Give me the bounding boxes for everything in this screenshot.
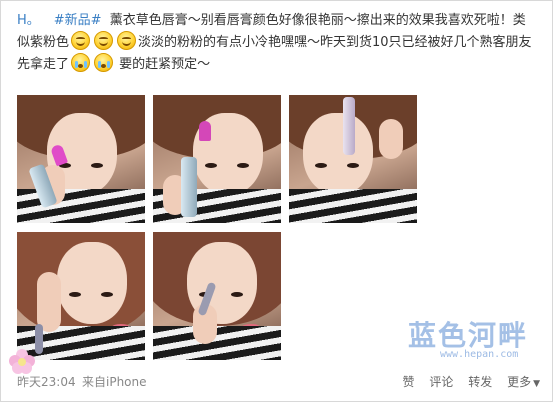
photo-thumbnail-2[interactable] [153,95,281,223]
topic-tag[interactable]: #新品# [54,13,102,28]
post-source: 来自iPhone [82,375,147,389]
chevron-down-icon: ▼ [533,379,540,389]
author-name[interactable]: H。 [17,13,40,28]
watermark-text: 蓝色河畔 [408,319,529,352]
comment-button[interactable]: 评论 [429,375,453,389]
photo-thumbnail-3[interactable] [289,95,417,223]
cry-emoji-icon [71,53,91,72]
photo-thumbnail-4[interactable] [17,232,145,360]
more-button[interactable]: 更多 ▼ [507,375,540,389]
post-text: H。 #新品# 薰衣草色唇膏～别看唇膏颜色好像很艳丽～擦出来的效果我喜欢死啦！类似… [17,10,537,75]
smile-emoji-icon [94,31,114,50]
post-text-part-3: 要的赶紧预定～ [119,57,211,72]
photo-thumbnail-5[interactable] [153,232,281,360]
like-button[interactable]: 赞 [403,375,415,389]
site-watermark: 蓝色河畔 www.hepan.com [400,309,540,369]
weibo-post-card: H。 #新品# 薰衣草色唇膏～别看唇膏颜色好像很艳丽～擦出来的效果我喜欢死啦！类似… [0,0,553,402]
cry-emoji-icon [94,53,114,72]
post-actions: 赞 评论 转发 更多 ▼ [392,373,540,390]
post-timestamp[interactable]: 昨天23:04 [17,373,76,390]
repost-button[interactable]: 转发 [468,375,492,389]
photo-thumbnail-1[interactable] [17,95,145,223]
smile-emoji-icon [117,31,137,50]
watermark-url: www.hepan.com [440,349,519,360]
more-label: 更多 [507,375,532,389]
smile-emoji-icon [71,31,91,50]
